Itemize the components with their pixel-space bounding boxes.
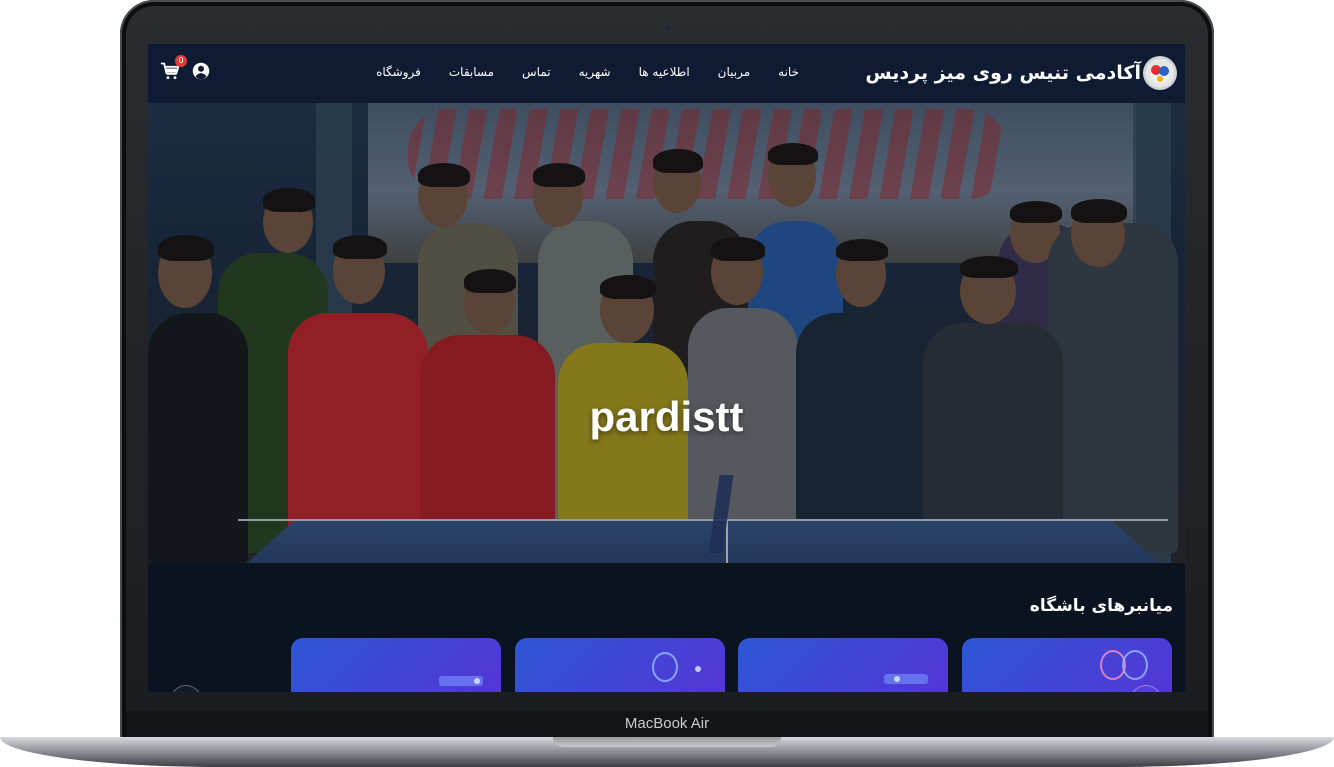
cart-count-badge: 0 [175,55,187,67]
section-title: میانبرهای باشگاه [1029,596,1173,616]
nav-item-tuition[interactable]: شهریه [579,65,611,79]
nav-item-contact[interactable]: تماس [522,65,551,79]
user-icon [192,62,210,80]
nav-item-coaches[interactable]: مربیان [718,65,750,79]
site-brand[interactable]: آکادمی تنیس روی میز پردیس [865,58,1175,88]
main-menu: خانه مربیان اطلاعیه ها شهریه تماس مسابقا… [348,65,799,79]
brand-name: آکادمی تنیس روی میز پردیس [865,62,1141,84]
nav-item-home[interactable]: خانه [778,65,799,79]
site-navbar: آکادمی تنیس روی میز پردیس خانه مربیان اط… [148,44,1185,103]
laptop-mockup: آکادمی تنیس روی میز پردیس خانه مربیان اط… [0,0,1334,767]
brand-logo-icon [1145,58,1175,88]
cart-button[interactable]: 0 [160,55,187,81]
laptop-model-label: MacBook Air [624,715,710,732]
nav-item-announcements[interactable]: اطلاعیه ها [639,65,690,79]
nav-actions: 0 [160,55,210,81]
webcam [664,24,671,31]
nav-item-competitions[interactable]: مسابقات [449,65,494,79]
laptop-base-notch [553,737,781,747]
hero-banner: pardistt [148,103,1185,563]
user-account-button[interactable] [192,62,210,80]
hero-overlay [148,103,1185,563]
browser-screen: آکادمی تنیس روی میز پردیس خانه مربیان اط… [148,44,1185,692]
nav-item-shop[interactable]: فروشگاه [376,65,421,79]
hero-title: pardistt [589,393,744,440]
